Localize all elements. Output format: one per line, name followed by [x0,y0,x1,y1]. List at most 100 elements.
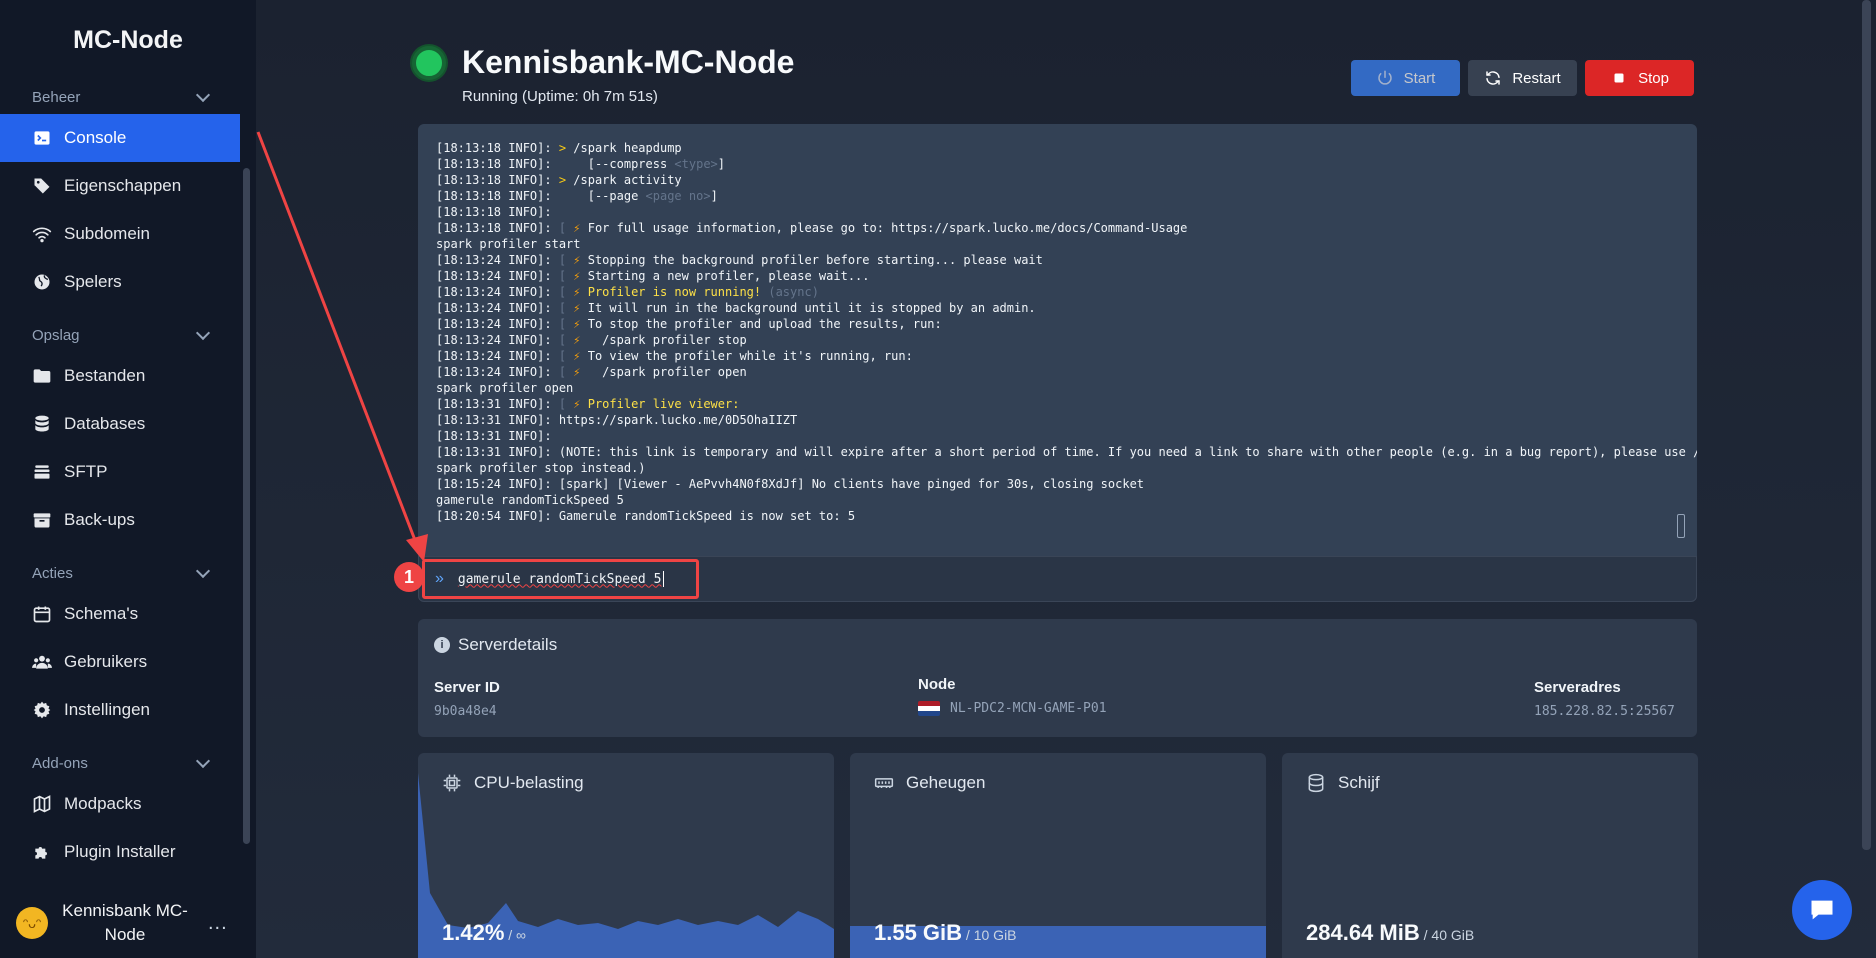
netherlands-flag-icon [918,701,940,716]
sidebar-item-subdomein[interactable]: Subdomein [0,210,240,258]
server-address-field: Serveradres 185.228.82.5:25567 [1534,679,1675,719]
chat-button[interactable] [1792,880,1852,940]
chevron-down-icon [195,325,211,340]
console-line: [18:20:54 INFO]: Gamerule randomTickSpee… [436,509,856,523]
cpu-value: 1.42% / ∞ [442,920,527,945]
info-icon: i [434,637,450,653]
memory-card: Geheugen 1.55 GiB / 10 GiB [850,753,1266,958]
sidebar-item-label: Instellingen [64,700,151,719]
sidebar-item-label: Plugin Installer [64,842,176,861]
console-line: [18:13:31 INFO]: (NOTE: this link is tem… [436,445,1697,459]
sidebar-item-gebruikers[interactable]: Gebruikers [0,638,240,686]
sidebar-item-back-ups[interactable]: Back-ups [0,496,240,544]
console-line: [18:13:18 INFO]: [--compress <type>] [436,157,726,171]
server-address-value[interactable]: 185.228.82.5:25567 [1534,704,1675,719]
chevron-down-icon [195,87,211,102]
console-line: [18:13:31 INFO]: https://spark.lucko.me/… [436,413,798,427]
console-line: [18:13:31 INFO]: [ ⚡ Profiler live viewe… [436,397,740,411]
disk-title: Schijf [1306,773,1380,793]
server-status-text: Running (Uptime: 0h 7m 51s) [462,88,658,105]
folder-icon [32,366,52,386]
sidebar-item-label: Subdomein [64,224,151,243]
console-line: [18:13:24 INFO]: [ ⚡ /spark profiler ope… [436,365,747,379]
refresh-icon [1486,71,1501,85]
sidebar-item-databases[interactable]: Databases [0,400,240,448]
console-line: [18:13:18 INFO]: [436,205,559,219]
sidebar-item-label: Databases [64,414,146,433]
sidebar-item-label: Bestanden [64,366,146,385]
page-title: Kennisbank-MC-Node [462,44,795,80]
sidebar-item-instellingen[interactable]: Instellingen [0,686,240,734]
chevrons-right-icon: » [435,570,444,587]
annotation-badge: 1 [394,562,424,592]
console-line: [18:13:24 INFO]: [ ⚡ Starting a new prof… [436,269,870,283]
sidebar-item-label: SFTP [64,462,108,481]
section-header-beheer[interactable]: Beheer [0,80,256,114]
memory-title: Geheugen [874,773,985,793]
console-line: [18:13:18 INFO]: [--page <page no>] [436,189,718,203]
console-line: [18:13:24 INFO]: [ ⚡ It will run in the … [436,301,1036,315]
wifi-icon [32,224,52,244]
console-line: gamerule randomTickSpeed 5 [436,493,624,507]
console-line: [18:13:24 INFO]: [ ⚡ Profiler is now run… [436,285,819,299]
stop-icon [1614,73,1624,83]
sidebar-item-sftp[interactable]: SFTP [0,448,240,496]
section-header-add-ons[interactable]: Add-ons [0,746,256,780]
puzzle-icon [32,842,52,862]
console-line: spark profiler open [436,381,574,395]
sidebar-item-label: Back-ups [64,510,135,529]
archive-icon [32,510,52,530]
sidebar-item-label: Console [64,128,127,147]
sidebar-item-spelers[interactable]: Spelers [0,258,240,306]
start-button[interactable]: Start [1351,60,1460,96]
sidebar-scrollbar[interactable] [243,168,250,844]
cpu-card: CPU-belasting 1.42% / ∞ [418,753,834,958]
stop-button[interactable]: Stop [1585,60,1694,96]
section-header-opslag[interactable]: Opslag [0,318,256,352]
sidebar-item-bestanden[interactable]: Bestanden [0,352,240,400]
console-line: [18:13:24 INFO]: [ ⚡ To stop the profile… [436,317,942,331]
more-options-icon[interactable]: ... [208,912,228,935]
gear-icon [32,700,52,720]
sidebar-item-schema-s[interactable]: Schema's [0,590,240,638]
console-line: [18:13:18 INFO]: [ ⚡ For full usage info… [436,221,1188,235]
memory-value: 1.55 GiB / 10 GiB [874,920,1017,945]
users-icon [32,652,52,672]
memory-icon [874,778,894,788]
sidebar-item-plugin-installer[interactable]: Plugin Installer [0,828,240,876]
sidebar-item-label: Schema's [64,604,139,623]
console-line: [18:13:24 INFO]: [ ⚡ To view the profile… [436,349,913,363]
console-line: [18:13:24 INFO]: [ ⚡ Stopping the backgr… [436,253,1043,267]
sidebar-item-console[interactable]: Console [0,114,240,162]
section-header-acties[interactable]: Acties [0,556,256,590]
console-scroll-handle[interactable] [1677,514,1685,538]
node-field: Node NL-PDC2-MCN-GAME-P01 [918,676,1107,716]
brand-logo[interactable]: MC-Node [0,0,256,80]
server-id-field: Server ID 9b0a48e4 [434,679,500,719]
user-name: Kennisbank MC-Node [62,901,188,944]
chevron-down-icon [195,563,211,578]
sidebar-item-modpacks[interactable]: Modpacks [0,780,240,828]
console-output[interactable]: [18:13:18 INFO]: > /spark heapdump [18:13… [418,124,1697,556]
sidebar: MC-Node Beheer Console Eigenschappen Subdom… [0,0,256,958]
server-id-value[interactable]: 9b0a48e4 [434,704,500,719]
command-input-value[interactable]: gamerule randomTickSpeed 5 [458,572,662,587]
page-scrollbar[interactable] [1862,0,1871,850]
sidebar-item-label: Gebruikers [64,652,148,671]
console-line: spark profiler stop instead.) [436,461,646,475]
console-line: spark profiler start [436,237,581,251]
console-line: [18:15:24 INFO]: [spark] [Viewer - AePvv… [436,477,1145,491]
user-menu[interactable]: ᵔᴗᵔ Kennisbank MC-Node ... [0,888,256,958]
server-details-card: i Serverdetails Server ID 9b0a48e4 Node … [418,619,1697,737]
cpu-title: CPU-belasting [442,773,584,793]
sidebar-item-eigenschappen[interactable]: Eigenschappen [0,162,240,210]
server-header: Kennisbank-MC-Node [412,44,794,81]
disk-card: Schijf 284.64 MiB / 40 GiB [1282,753,1698,958]
power-icon [1377,70,1392,85]
command-input[interactable]: » gamerule randomTickSpeed 5 [422,559,699,599]
sidebar-item-label: Modpacks [64,794,142,813]
console-line: [18:13:18 INFO]: > /spark activity [436,173,682,187]
restart-button[interactable]: Restart [1468,60,1577,96]
globe-icon [32,272,52,292]
cpu-icon [443,774,461,792]
